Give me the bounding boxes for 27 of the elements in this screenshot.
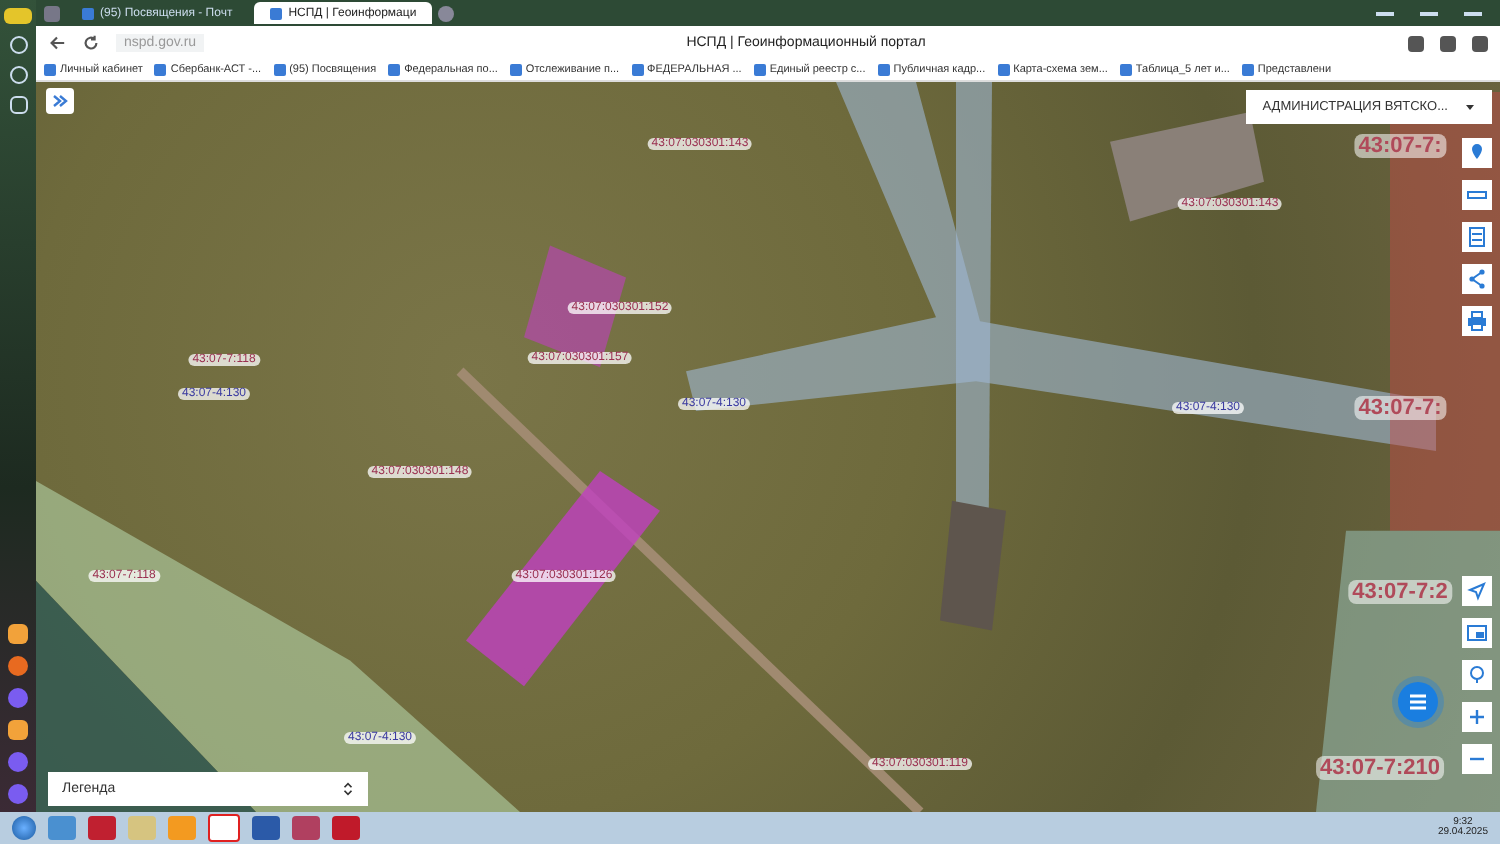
- expand-panel-button[interactable]: [46, 88, 74, 114]
- start-icon[interactable]: [12, 816, 36, 840]
- locate-icon[interactable]: [1462, 576, 1492, 606]
- tab-list-icon[interactable]: [44, 5, 60, 21]
- minimize-icon[interactable]: [1376, 11, 1394, 15]
- layers-icon[interactable]: [1462, 222, 1492, 252]
- zoom-in-icon[interactable]: [1462, 702, 1492, 732]
- app-icon[interactable]: [208, 814, 240, 842]
- chat-button[interactable]: [1392, 676, 1444, 728]
- share-icon[interactable]: [1462, 264, 1492, 294]
- map-view-icon[interactable]: [1462, 618, 1492, 648]
- window-icon[interactable]: [9, 96, 27, 114]
- circle-icon[interactable]: [9, 66, 27, 84]
- print-icon[interactable]: [1462, 306, 1492, 336]
- reload-icon[interactable]: [82, 34, 100, 52]
- satellite-map[interactable]: [36, 82, 1500, 812]
- back-icon[interactable]: [48, 34, 66, 52]
- pin-icon[interactable]: [1462, 138, 1492, 168]
- ruler-icon[interactable]: [1462, 180, 1492, 210]
- pin-icon[interactable]: [1462, 660, 1492, 690]
- circle-icon[interactable]: [9, 36, 27, 54]
- caret-icon: [1464, 100, 1476, 114]
- new-tab-icon[interactable]: [438, 5, 455, 21]
- sort-caret-icon: [342, 782, 354, 796]
- app-icon[interactable]: [4, 8, 32, 24]
- building-roof: [940, 500, 1006, 631]
- zoom-out-icon[interactable]: [1462, 744, 1492, 774]
